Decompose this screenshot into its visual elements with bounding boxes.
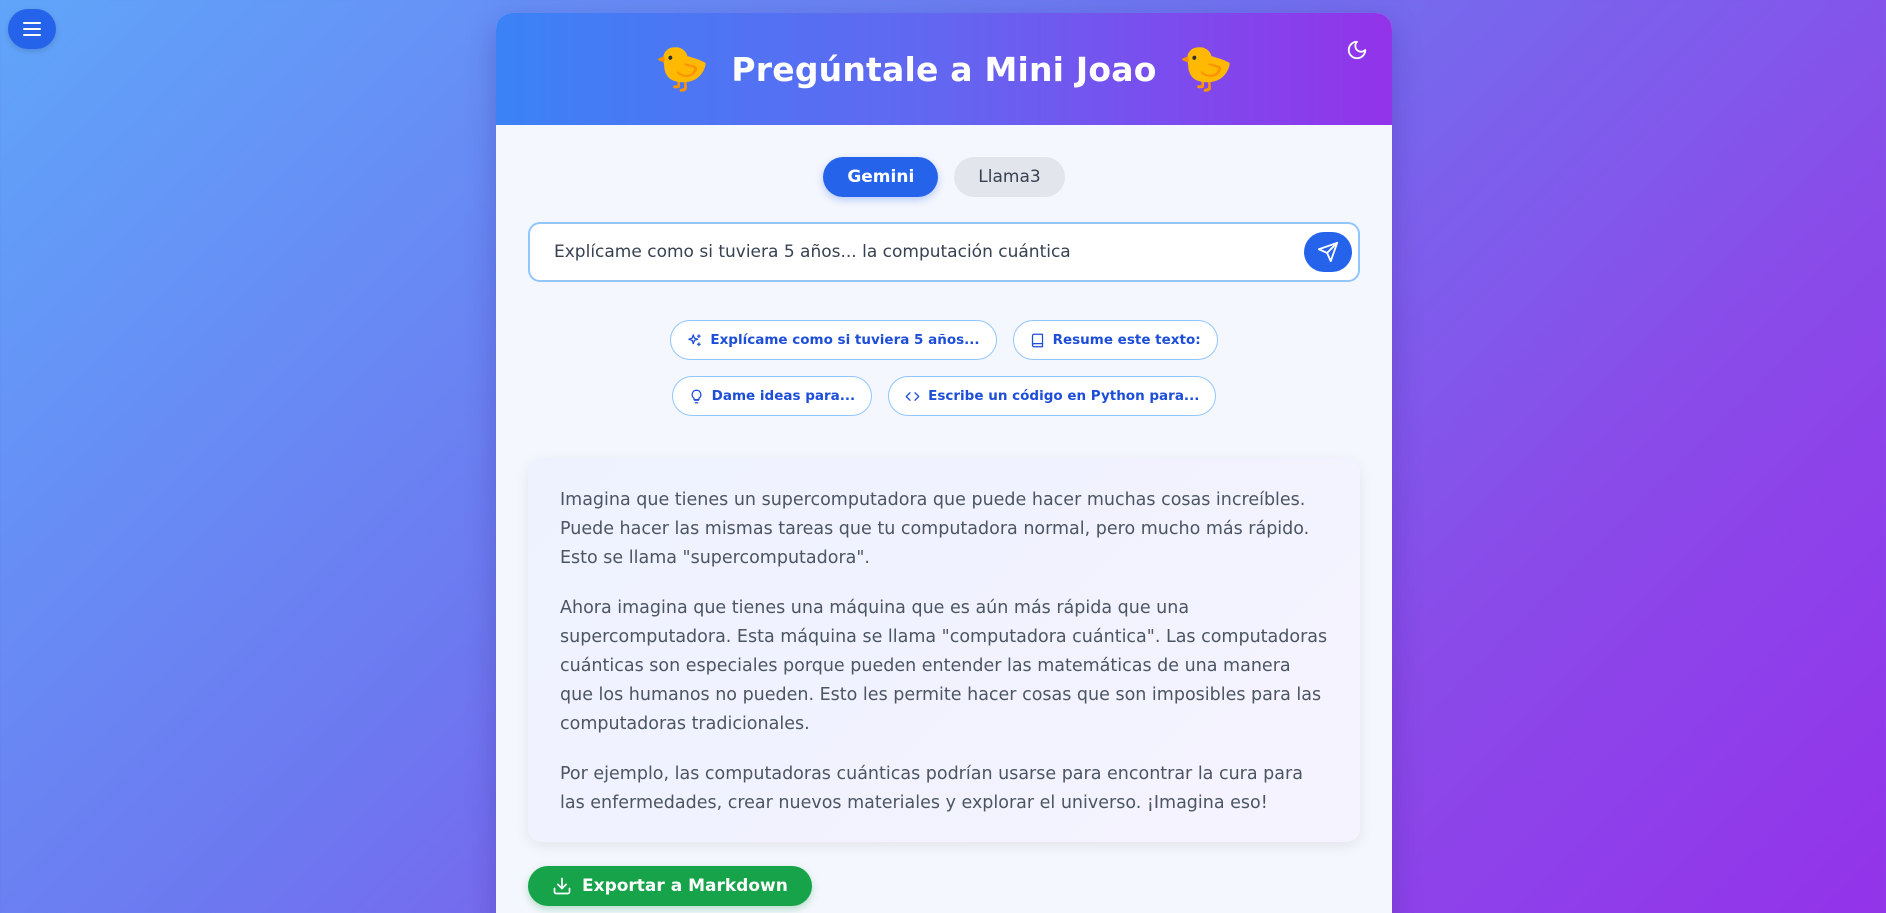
chick-emoji-left: 🐤 xyxy=(654,43,710,94)
download-icon xyxy=(553,877,571,895)
send-icon xyxy=(1317,241,1339,263)
sparkles-icon xyxy=(688,333,702,346)
menu-button[interactable] xyxy=(8,9,56,49)
header: 🐤 Pregúntale a Mini Joao 🐤 xyxy=(496,13,1392,125)
suggestion-label: Escribe un código en Python para... xyxy=(928,388,1200,404)
page-title: Pregúntale a Mini Joao xyxy=(731,49,1157,89)
chick-emoji-right: 🐤 xyxy=(1178,43,1234,94)
response-paragraph: Por ejemplo, las computadoras cuánticas … xyxy=(560,764,1303,813)
main-card: 🐤 Pregúntale a Mini Joao 🐤 Gemini Llama3 xyxy=(496,13,1392,913)
lightbulb-icon xyxy=(691,389,702,403)
model-selector: Gemini Llama3 xyxy=(496,157,1392,197)
response-panel: Imagina que tienes un supercomputadora q… xyxy=(528,458,1360,842)
suggestion-ideas[interactable]: Dame ideas para... xyxy=(671,376,873,416)
export-label: Exportar a Markdown xyxy=(582,876,788,896)
code-icon xyxy=(905,391,920,401)
prompt-input[interactable] xyxy=(554,242,1304,262)
suggestion-eli5[interactable]: Explícame como si tuviera 5 años... xyxy=(670,320,997,360)
moon-icon xyxy=(1347,40,1367,60)
hamburger-icon xyxy=(23,22,41,36)
theme-toggle-button[interactable] xyxy=(1342,35,1372,65)
suggestion-label: Resume este texto: xyxy=(1052,332,1201,348)
send-button[interactable] xyxy=(1304,232,1352,272)
suggestion-summarize[interactable]: Resume este texto: xyxy=(1012,320,1218,360)
suggestion-chips: Explícame como si tuviera 5 años... Resu… xyxy=(584,320,1304,416)
export-markdown-button[interactable]: Exportar a Markdown xyxy=(528,866,812,906)
suggestion-python-code[interactable]: Escribe un código en Python para... xyxy=(888,376,1217,416)
book-icon xyxy=(1031,333,1043,347)
model-tab-gemini[interactable]: Gemini xyxy=(823,157,939,197)
response-paragraph: Imagina que tienes un supercomputadora q… xyxy=(560,490,1310,568)
response-paragraph: Ahora imagina que tienes una máquina que… xyxy=(560,598,1328,734)
model-tab-llama3[interactable]: Llama3 xyxy=(954,157,1065,197)
prompt-box xyxy=(528,222,1360,282)
suggestion-label: Explícame como si tuviera 5 años... xyxy=(710,332,980,348)
suggestion-label: Dame ideas para... xyxy=(711,388,856,404)
